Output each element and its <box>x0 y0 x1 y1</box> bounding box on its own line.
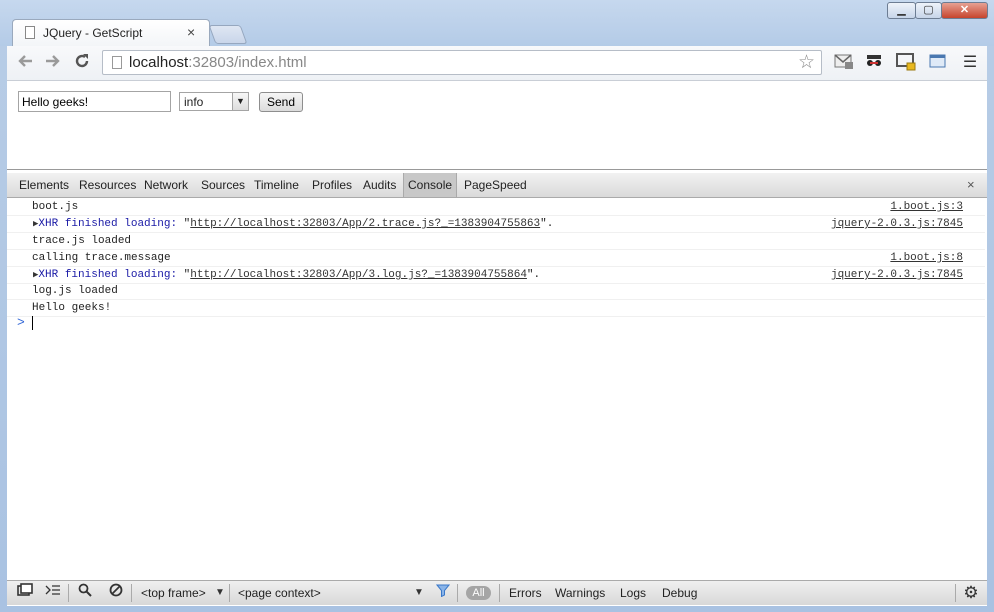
browser-toolbar: localhost:32803/index.html ☆ ☰ <box>7 46 987 81</box>
devtools-panel: Elements Resources Network Sources Timel… <box>7 169 987 606</box>
frame-select[interactable]: <top frame> <box>141 581 206 605</box>
console-line[interactable]: ▶XHR finished loading: "http://localhost… <box>7 267 985 284</box>
dock-icon[interactable] <box>13 581 37 605</box>
level-select[interactable]: info ▼ <box>179 92 249 111</box>
filter-warnings[interactable]: Warnings <box>555 581 605 605</box>
tab-audits[interactable]: Audits <box>363 173 396 197</box>
gmail-extension-icon[interactable] <box>833 52 855 74</box>
menu-icon[interactable]: ☰ <box>959 52 981 74</box>
devtools-tab-bar: Elements Resources Network Sources Timel… <box>7 173 987 198</box>
xhr-label: XHR finished loading: <box>38 269 184 281</box>
tab-console[interactable]: Console <box>403 173 458 197</box>
console-message: trace.js loaded <box>32 235 132 247</box>
tab-elements[interactable]: Elements <box>19 173 69 197</box>
chevron-down-icon[interactable]: ▼ <box>413 581 425 605</box>
page-icon <box>25 26 35 39</box>
source-link[interactable]: 1.boot.js:8 <box>890 250 963 266</box>
context-select[interactable]: <page context> <box>238 581 321 605</box>
tab-network[interactable]: Network <box>144 173 188 197</box>
url-host: localhost <box>129 54 189 71</box>
console-line: trace.js loaded <box>7 233 985 250</box>
filter-debug[interactable]: Debug <box>662 581 697 605</box>
window-controls: ▁ ▢ ✕ <box>887 0 988 20</box>
console-line: boot.js 1.boot.js:3 <box>7 199 985 216</box>
console-message: boot.js <box>32 201 79 213</box>
page-icon <box>112 56 122 69</box>
xhr-url-link[interactable]: http://localhost:32803/App/3.log.js?_=13… <box>190 269 527 281</box>
console-prompt-icon: > <box>17 315 25 330</box>
reload-icon[interactable] <box>71 51 93 73</box>
arrow-left-icon[interactable] <box>15 51 37 73</box>
url-path: :32803/index.html <box>188 54 307 71</box>
browser-window: JQuery - GetScript × ▁ ▢ ✕ localhost:328… <box>0 0 994 612</box>
message-input[interactable] <box>18 91 171 112</box>
address-bar[interactable]: localhost:32803/index.html ☆ <box>102 50 822 75</box>
tab-timeline[interactable]: Timeline <box>254 173 299 197</box>
tab-jquery-getscript[interactable]: JQuery - GetScript × <box>12 19 210 46</box>
console-input-caret[interactable] <box>32 316 33 330</box>
console-message: calling trace.message <box>32 252 171 264</box>
send-button[interactable]: Send <box>259 92 303 112</box>
tab-sources[interactable]: Sources <box>201 173 245 197</box>
title-bar: JQuery - GetScript × ▁ ▢ ✕ <box>0 0 994 46</box>
maximize-button[interactable]: ▢ <box>915 2 942 19</box>
show-drawer-icon[interactable] <box>43 581 63 605</box>
source-link[interactable]: jquery-2.0.3.js:7845 <box>831 216 963 232</box>
filter-all[interactable]: All <box>466 586 491 600</box>
arrow-right-icon[interactable] <box>41 51 63 73</box>
minimize-button[interactable]: ▁ <box>887 2 916 19</box>
page-content: info ▼ Send <box>7 81 987 169</box>
console-line[interactable]: ▶XHR finished loading: "http://localhost… <box>7 216 985 233</box>
xhr-suffix: . <box>533 269 541 281</box>
incognito-extension-icon[interactable] <box>863 52 885 74</box>
devtools-close-icon[interactable]: × <box>967 173 975 197</box>
window-extension-icon[interactable] <box>927 52 949 74</box>
console-message: Hello geeks! <box>32 302 112 314</box>
search-icon[interactable] <box>75 581 95 605</box>
gear-icon[interactable]: ⚙ <box>960 581 982 605</box>
close-window-button[interactable]: ✕ <box>941 2 988 19</box>
tab-title: JQuery - GetScript <box>43 26 143 40</box>
chevron-down-icon[interactable]: ▼ <box>214 581 226 605</box>
devtools-status-bar: <top frame> ▼ <page context> ▼ All Error… <box>7 580 987 605</box>
console-log: boot.js 1.boot.js:3 ▶XHR finished loadin… <box>7 199 987 579</box>
console-message: log.js loaded <box>32 285 118 297</box>
filter-logs[interactable]: Logs <box>620 581 646 605</box>
xhr-url-link[interactable]: http://localhost:32803/App/2.trace.js?_=… <box>190 218 540 230</box>
star-icon[interactable]: ☆ <box>798 51 815 74</box>
chevron-down-icon[interactable]: ▼ <box>232 93 248 110</box>
tab-resources[interactable]: Resources <box>79 173 136 197</box>
xhr-label: XHR finished loading: <box>38 218 184 230</box>
clear-console-icon[interactable] <box>106 581 126 605</box>
filter-icon[interactable] <box>434 581 452 605</box>
level-select-value: info <box>184 95 204 109</box>
tab-profiles[interactable]: Profiles <box>312 173 352 197</box>
new-tab-button[interactable] <box>208 25 248 44</box>
console-line: log.js loaded <box>7 283 985 300</box>
screen-capture-extension-icon[interactable] <box>895 52 917 74</box>
console-line: Hello geeks! <box>7 300 985 317</box>
filter-errors[interactable]: Errors <box>509 581 542 605</box>
source-link[interactable]: 1.boot.js:3 <box>890 199 963 215</box>
tab-pagespeed[interactable]: PageSpeed <box>464 173 527 197</box>
xhr-suffix: . <box>546 218 554 230</box>
source-link[interactable]: jquery-2.0.3.js:7845 <box>831 267 963 283</box>
tab-close-icon[interactable]: × <box>187 24 195 40</box>
console-line: calling trace.message 1.boot.js:8 <box>7 250 985 267</box>
